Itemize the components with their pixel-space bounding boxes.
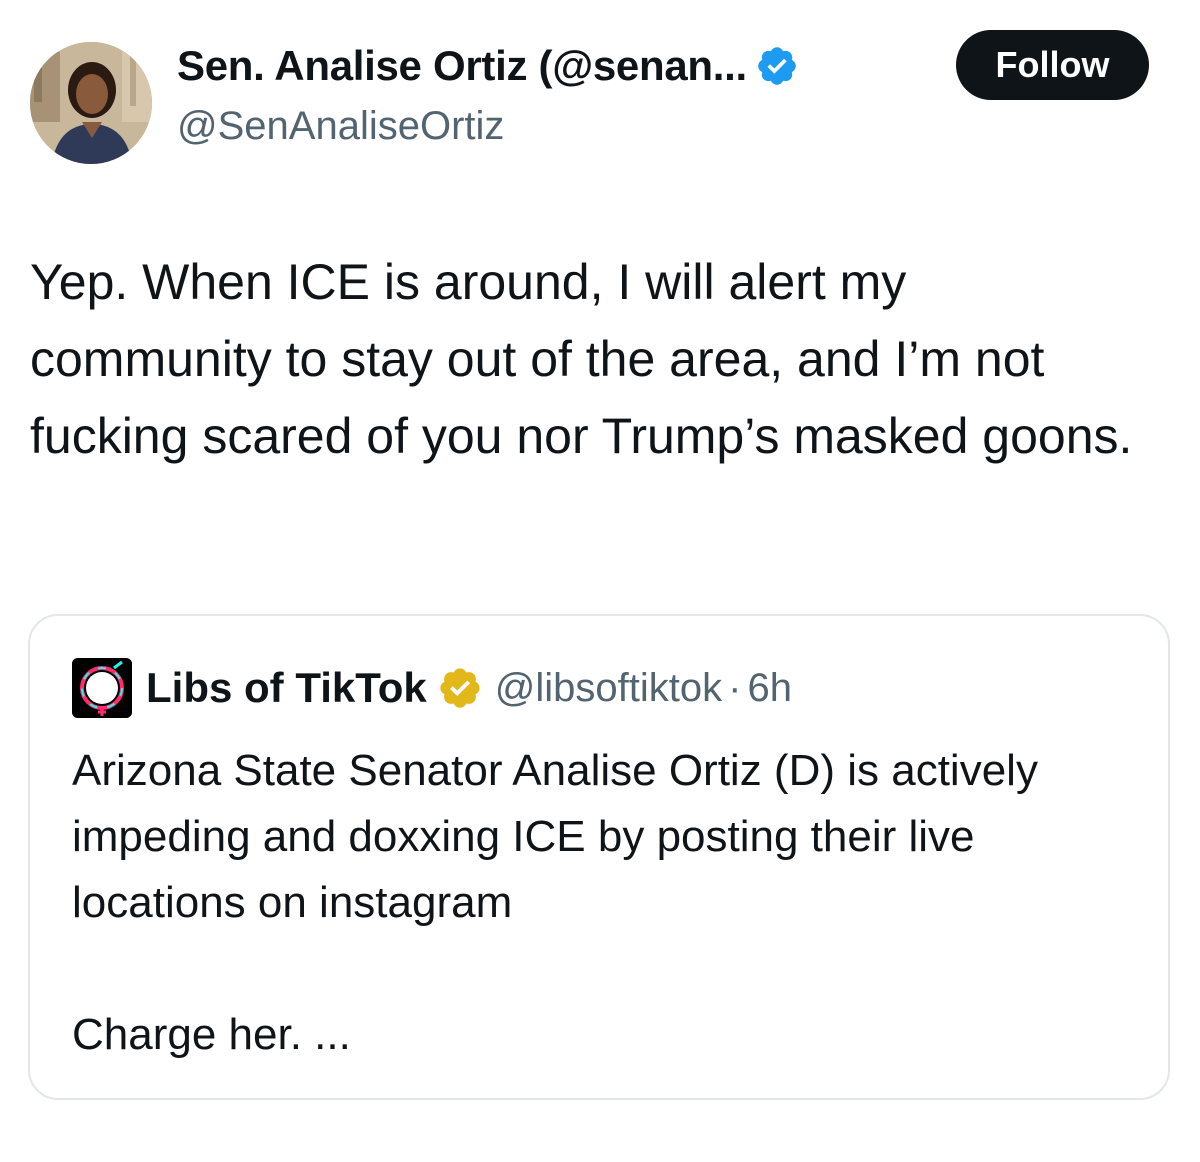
quoted-author-avatar[interactable]	[72, 658, 132, 718]
avatar-photo	[30, 42, 152, 164]
quoted-tweet-text-more: Charge her. ...	[72, 1010, 351, 1059]
libs-of-tiktok-logo-icon	[72, 658, 132, 718]
verified-gold-badge-icon[interactable]	[437, 665, 483, 711]
quoted-author-handle[interactable]: @libsoftiktok	[495, 666, 722, 711]
tweet-text: Yep. When ICE is around, I will alert my…	[30, 254, 1133, 464]
quoted-author-display-name[interactable]: Libs of TikTok	[146, 664, 427, 712]
quoted-tweet-card[interactable]: Libs of TikTok @libsoftiktok · 6h Arizon…	[28, 614, 1170, 1100]
author-avatar[interactable]	[30, 42, 152, 164]
quoted-tweet-text: Arizona State Senator Analise Ortiz (D) …	[72, 746, 1038, 927]
author-handle[interactable]: @SenAnaliseOrtiz	[177, 104, 504, 149]
separator-dot: ·	[728, 665, 742, 710]
author-name-row: Sen. Analise Ortiz (@senan...	[177, 40, 799, 92]
author-display-name[interactable]: Sen. Analise Ortiz (@senan...	[177, 42, 747, 90]
follow-button[interactable]: Follow	[956, 30, 1149, 100]
verified-badge-icon[interactable]	[755, 44, 799, 88]
quoted-tweet-timestamp[interactable]: 6h	[747, 666, 792, 711]
quoted-tweet-header: Libs of TikTok @libsoftiktok · 6h	[72, 656, 792, 720]
